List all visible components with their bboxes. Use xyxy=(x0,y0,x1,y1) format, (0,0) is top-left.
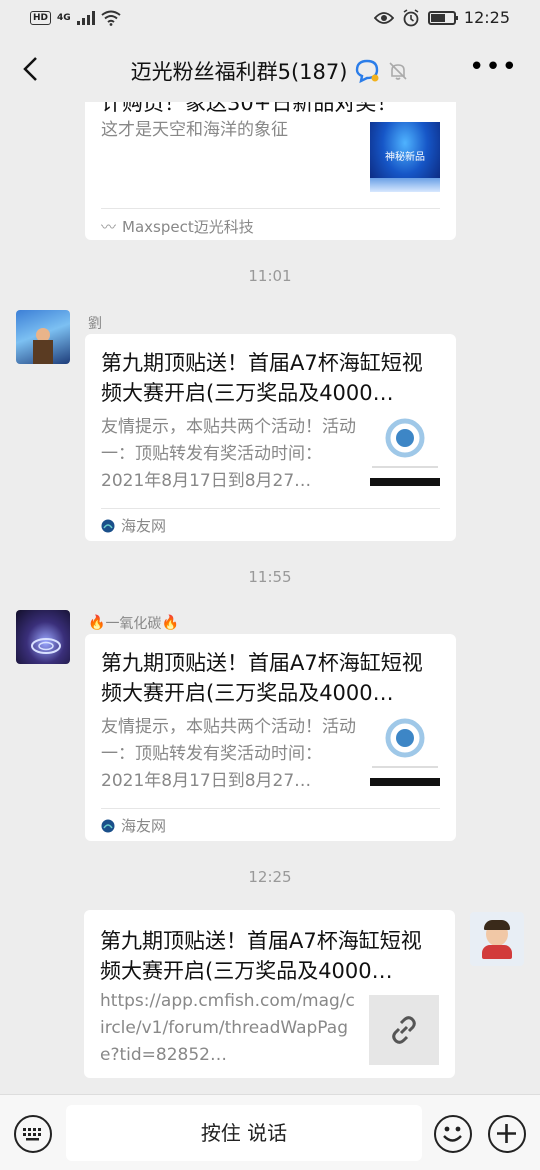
signal-icon xyxy=(76,11,95,25)
timestamp: 11:01 xyxy=(248,267,292,285)
thumbnail-logo xyxy=(370,418,440,486)
status-bar: HD 4G 12:25 xyxy=(0,0,540,38)
keyboard-toggle-button[interactable] xyxy=(14,1115,52,1153)
link-card[interactable]: 第九期顶贴送！首届A7杯海缸短视频大赛开启(三万奖品及4000… 友情提示，本贴… xyxy=(85,334,456,541)
link-card-title: 第九期顶贴送！首届A7杯海缸短视频大赛开启(三万奖品及4000… xyxy=(101,651,423,705)
alarm-icon xyxy=(403,8,419,26)
keyboard-icon xyxy=(23,1128,41,1141)
avatar[interactable] xyxy=(470,912,524,966)
link-card-thumbnail xyxy=(369,995,439,1065)
link-source: 〰 Maxspect迈光科技 xyxy=(101,216,254,237)
source-name: 海友网 xyxy=(121,817,167,835)
emoji-button[interactable] xyxy=(434,1115,472,1153)
swirl-shape xyxy=(31,638,61,654)
fire-icon: 🔥 xyxy=(88,615,106,631)
sender-name-text: 一氧化碳 xyxy=(105,616,162,632)
source-name: Maxspect迈光科技 xyxy=(122,218,254,236)
smiley-icon xyxy=(443,1126,462,1142)
sender-name: 🔥 一氧化碳 🔥 xyxy=(88,613,179,633)
plus-icon xyxy=(497,1124,516,1143)
link-card[interactable]: 第九期顶贴送！首届A7杯海缸短视频大赛开启(三万奖品及4000… https:/… xyxy=(84,910,455,1078)
link-card-description: https://app.cmfish.com/mag/circle/v1/for… xyxy=(100,991,355,1065)
link-card[interactable]: 计购员！象送30+日新品对奖！ 这才是天空和海洋的象征 神秘新品 〰 Maxsp… xyxy=(85,102,456,240)
thumb-caption: 神秘新品 xyxy=(385,152,425,163)
message-list[interactable]: 计购员！象送30+日新品对奖！ 这才是天空和海洋的象征 神秘新品 〰 Maxsp… xyxy=(0,102,540,1094)
separator xyxy=(101,808,440,809)
hd-indicator: HD xyxy=(30,11,52,25)
link-card-title: 第九期顶贴送！首届A7杯海缸短视频大赛开启(三万奖品及4000… xyxy=(101,351,423,405)
hold-to-talk-button[interactable]: 按住 说话 xyxy=(66,1105,422,1161)
haiyou-logo-icon xyxy=(101,819,115,832)
group-title: 迈光粉丝福利群5(187) xyxy=(130,60,348,84)
link-card-description: 这才是天空和海洋的象征 xyxy=(101,120,288,140)
avatar[interactable] xyxy=(16,610,70,664)
timestamp: 11:55 xyxy=(248,568,292,586)
link-source: 海友网 xyxy=(101,515,166,536)
link-card-thumbnail: 神秘新品 xyxy=(370,122,440,192)
link-card-description: 友情提示，本贴共两个活动！活动一：顶贴转发有奖活动时间：2021年8月17日到8… xyxy=(101,717,356,791)
source-logo-icon: 〰 xyxy=(101,218,117,236)
mute-bell-icon xyxy=(389,62,407,80)
link-card-description: 友情提示，本贴共两个活动！活动一：顶贴转发有奖活动时间：2021年8月17日到8… xyxy=(101,417,356,491)
chat-bubble-icon xyxy=(356,59,379,84)
link-card-thumbnail xyxy=(370,416,440,486)
status-time: 12:25 xyxy=(463,8,510,27)
source-name: 海友网 xyxy=(121,517,167,535)
separator xyxy=(101,208,440,209)
avatar[interactable] xyxy=(16,310,70,364)
more-options-button[interactable]: ••• xyxy=(469,52,518,82)
battery-icon xyxy=(427,10,458,25)
input-bar: 按住 说话 xyxy=(0,1094,540,1170)
chat-header: 迈光粉丝福利群5(187) ••• xyxy=(0,38,540,102)
link-card-title: 第九期顶贴送！首届A7杯海缸短视频大赛开启(三万奖品及4000… xyxy=(100,929,422,983)
link-card-thumbnail xyxy=(370,716,440,786)
fire-icon: 🔥 xyxy=(161,615,179,631)
link-card-title: 计购员！象送30+日新品对奖！ xyxy=(101,102,398,115)
sender-name: 劉 xyxy=(88,316,102,332)
thumbnail-logo xyxy=(370,718,440,786)
link-source: 海友网 xyxy=(101,815,166,836)
more-functions-button[interactable] xyxy=(488,1115,526,1153)
network-type: 4G xyxy=(57,13,71,23)
separator xyxy=(101,508,440,509)
link-icon xyxy=(392,1016,416,1044)
wifi-icon xyxy=(101,10,121,26)
eye-icon xyxy=(373,11,394,24)
haiyou-logo-icon xyxy=(101,519,115,532)
link-card[interactable]: 第九期顶贴送！首届A7杯海缸短视频大赛开启(三万奖品及4000… 友情提示，本贴… xyxy=(85,634,456,841)
timestamp: 12:25 xyxy=(248,868,292,886)
